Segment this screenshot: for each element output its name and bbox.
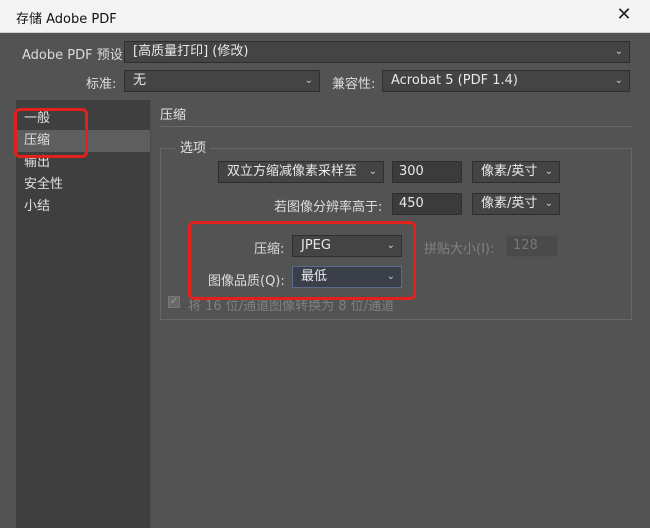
window-title: 存储 Adobe PDF [16, 12, 117, 27]
above-resolution-label: 若图像分辨率高于: [274, 200, 383, 215]
options-group-title: 选项 [176, 137, 211, 156]
tile-size-input: 128 [506, 235, 558, 257]
close-icon[interactable]: ✕ [614, 4, 634, 25]
highlight-compression-settings [188, 221, 416, 300]
compat-select[interactable]: Acrobat 5 (PDF 1.4) ⌄ [382, 70, 630, 92]
downsample-unit-value: 像素/英寸 [481, 164, 538, 179]
chevron-down-icon: ⌄ [304, 75, 313, 86]
standard-value: 无 [133, 73, 147, 88]
preset-select[interactable]: [高质量打印] (修改) ⌄ [124, 41, 630, 63]
standard-label: 标准: [86, 77, 117, 92]
preset-label: Adobe PDF 预设: [22, 48, 128, 63]
highlight-sidebar-compression [14, 108, 88, 158]
convert-16bit-checkbox[interactable]: ✓ [168, 296, 180, 308]
above-resolution-input[interactable]: 450 [392, 193, 462, 215]
above-resolution-unit-select[interactable]: 像素/英寸 ⌄ [472, 193, 560, 215]
title-bar: 存储 Adobe PDF ✕ [0, 0, 650, 33]
chevron-down-icon: ⌄ [544, 198, 553, 209]
tile-size-label: 拼贴大小(I): [424, 242, 495, 257]
standard-select[interactable]: 无 ⌄ [124, 70, 320, 92]
sidebar-item-security[interactable]: 安全性 [16, 174, 150, 196]
downsample-method-select[interactable]: 双立方缩减像素采样至 ⌄ [218, 161, 384, 183]
preset-value: [高质量打印] (修改) [133, 44, 249, 59]
section-divider [160, 126, 632, 127]
chevron-down-icon: ⌄ [544, 166, 553, 177]
above-resolution-unit-value: 像素/英寸 [481, 196, 538, 211]
downsample-unit-select[interactable]: 像素/英寸 ⌄ [472, 161, 560, 183]
section-title: 压缩 [160, 108, 187, 123]
downsample-method-value: 双立方缩减像素采样至 [227, 164, 358, 179]
sidebar-item-summary[interactable]: 小结 [16, 196, 150, 218]
panel-divider [150, 100, 151, 528]
compat-label: 兼容性: [332, 77, 376, 92]
chevron-down-icon: ⌄ [614, 46, 623, 57]
chevron-down-icon: ⌄ [614, 75, 623, 86]
downsample-ppi-input[interactable]: 300 [392, 161, 462, 183]
chevron-down-icon: ⌄ [368, 166, 377, 177]
compat-value: Acrobat 5 (PDF 1.4) [391, 73, 518, 88]
category-list: 一般 压缩 输出 安全性 小结 [16, 100, 150, 528]
